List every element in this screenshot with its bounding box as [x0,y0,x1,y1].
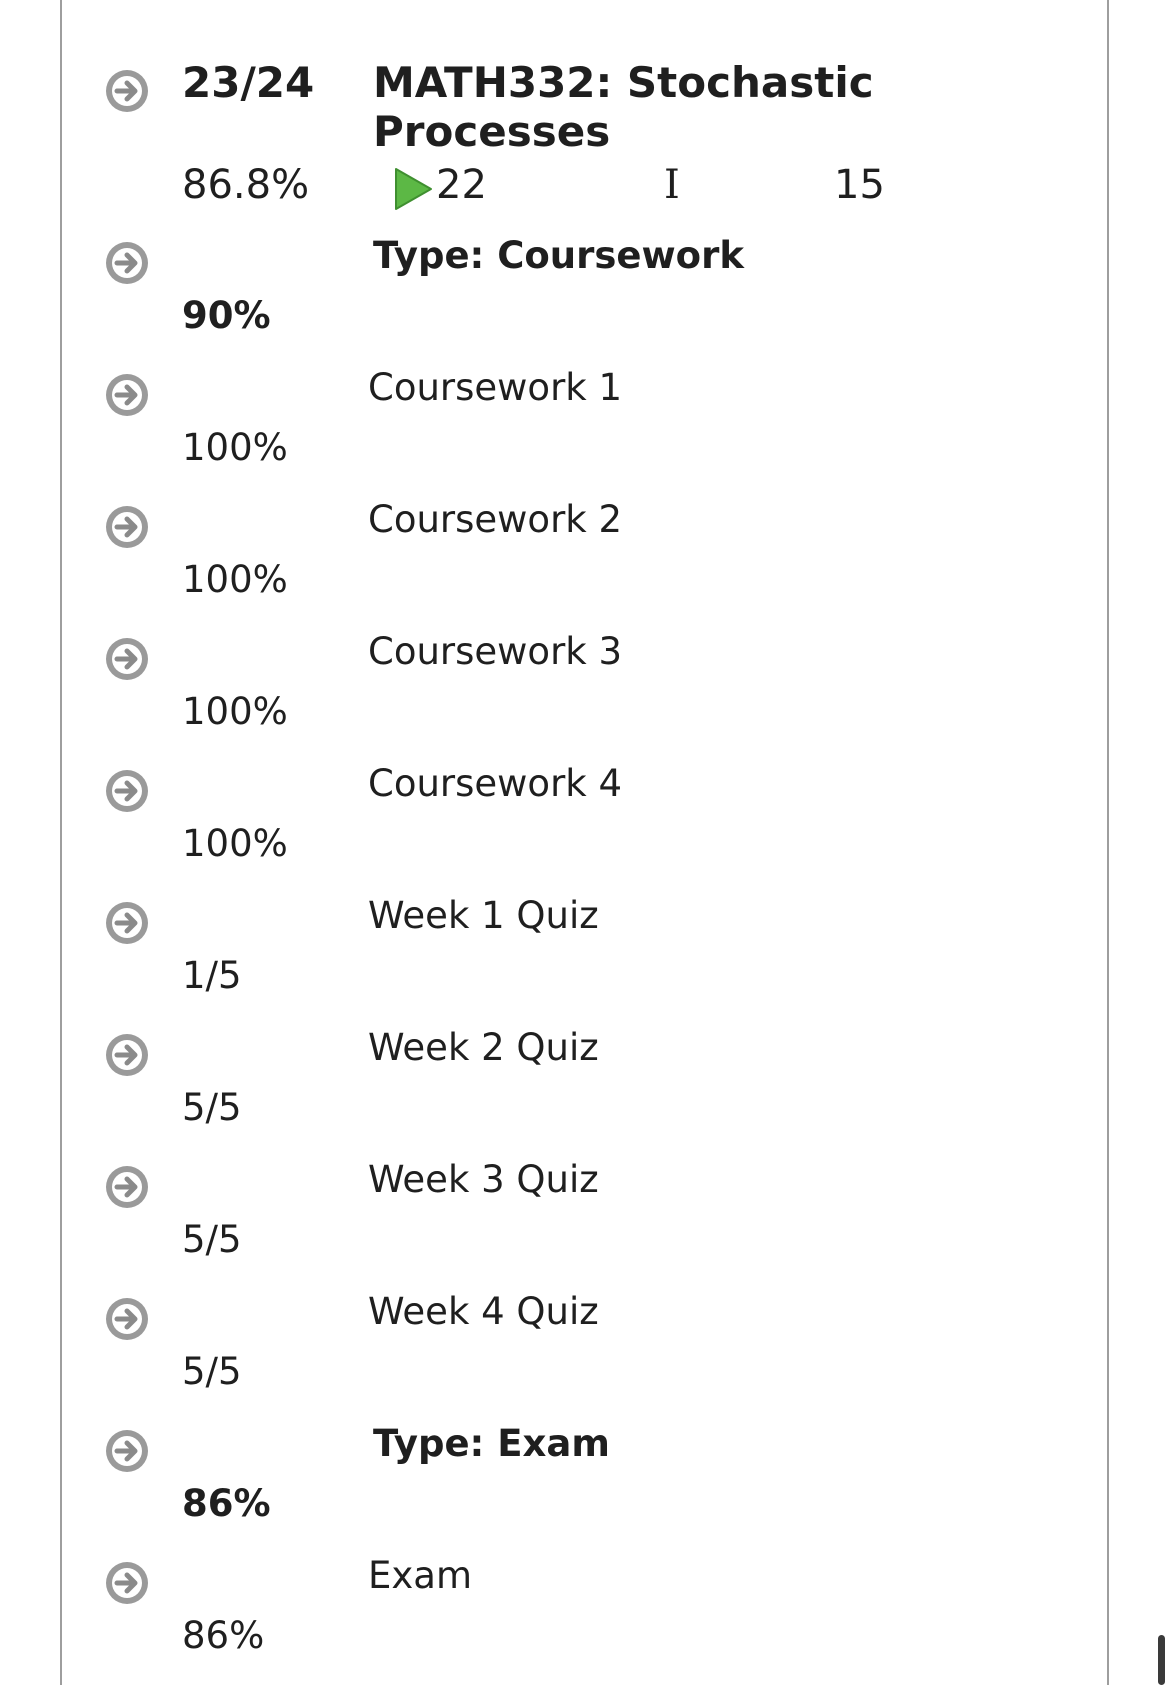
item-name[interactable]: Coursework 3 [368,630,622,674]
item-name[interactable]: Week 1 Quiz [368,894,599,938]
course-percent: 86.8% [182,162,310,208]
expand-arrow-icon[interactable] [104,1164,150,1210]
item-score: 100% [182,558,288,601]
expand-arrow-icon[interactable] [104,1560,150,1606]
course-count-b: 15 [834,162,885,208]
expand-arrow-icon[interactable] [104,1428,150,1474]
expand-arrow-icon[interactable] [104,900,150,946]
category-score: 86% [182,1482,271,1525]
item-score: 5/5 [182,1086,242,1129]
category-score: 90% [182,294,271,337]
item-score: 5/5 [182,1218,242,1261]
scrollbar-thumb[interactable] [1158,1635,1165,1685]
item-name[interactable]: Coursework 1 [368,366,622,410]
expand-arrow-icon[interactable] [104,504,150,550]
item-score: 100% [182,690,288,733]
item-score: 100% [182,426,288,469]
item-name[interactable]: Week 3 Quiz [368,1158,599,1202]
course-rank: 23/24 [182,58,315,107]
expand-arrow-icon[interactable] [104,1296,150,1342]
item-name[interactable]: Coursework 4 [368,762,622,806]
expand-arrow-icon[interactable] [104,768,150,814]
item-name[interactable]: Coursework 2 [368,498,622,542]
expand-arrow-icon[interactable] [104,240,150,286]
course-title[interactable]: MATH332: Stochastic Processes [373,58,933,156]
item-score: 86% [182,1614,265,1657]
category-name[interactable]: Type: Coursework [373,234,744,278]
expand-arrow-icon[interactable] [104,636,150,682]
expand-arrow-icon[interactable] [104,1032,150,1078]
item-name[interactable]: Week 2 Quiz [368,1026,599,1070]
play-icon[interactable] [393,166,435,212]
item-score: 1/5 [182,954,242,997]
expand-arrow-icon[interactable] [104,372,150,418]
course-count-a: 22 [436,162,487,208]
expand-arrow-icon[interactable] [104,68,150,114]
category-name[interactable]: Type: Exam [373,1422,610,1466]
course-status-letter: I [664,162,680,208]
item-name[interactable]: Exam [368,1554,472,1598]
item-score: 100% [182,822,288,865]
item-score: 5/5 [182,1350,242,1393]
item-name[interactable]: Week 4 Quiz [368,1290,599,1334]
